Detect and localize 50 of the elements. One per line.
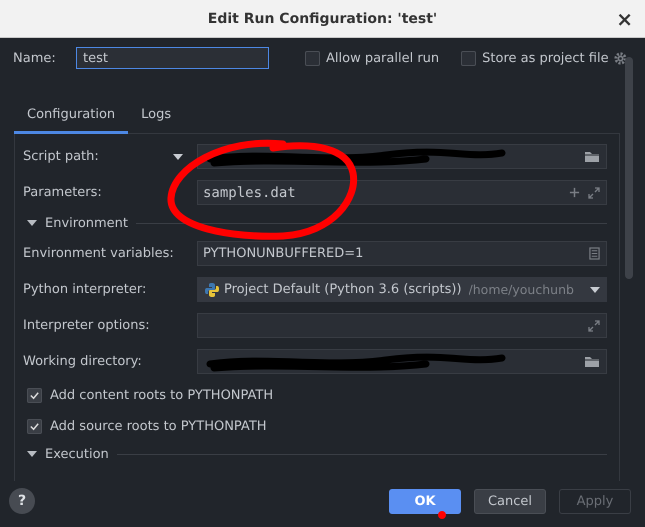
help-button[interactable]: ? [9, 488, 35, 514]
checkbox[interactable] [461, 50, 476, 66]
field-label: Script path: [23, 149, 100, 164]
folder-icon[interactable] [584, 150, 600, 163]
field-label: Python interpreter: [23, 282, 148, 297]
checkbox[interactable] [305, 50, 320, 66]
settings-icon[interactable] [612, 50, 628, 66]
input-field[interactable]: PYTHONUNBUFFERED=1 [197, 241, 607, 266]
check-icon [29, 390, 40, 400]
python-icon [204, 282, 220, 298]
expand-icon[interactable] [588, 320, 600, 332]
section-header: Environment [45, 216, 128, 230]
field-label: Parameters: [23, 185, 103, 200]
name-label: Name: [13, 50, 57, 66]
name-field[interactable]: test [76, 47, 269, 69]
input-field[interactable] [197, 144, 607, 169]
expand-icon[interactable] [588, 186, 600, 198]
interpreter-dropdown[interactable]: Project Default (Python 3.6 (scripts)) /home/youchunb [197, 277, 607, 302]
window-title: Edit Run Configuration: 'test' [208, 10, 438, 26]
checkbox-label: Add source roots to PYTHONPATH [50, 418, 267, 434]
checkbox-label: Add content roots to PYTHONPATH [50, 388, 274, 402]
scrollbar[interactable] [625, 57, 633, 279]
dialog-button[interactable]: Cancel [474, 488, 546, 514]
checkbox-label: Allow parallel run [326, 50, 440, 66]
checkbox-label: Store as project file [482, 50, 609, 66]
add-icon[interactable] [569, 187, 580, 198]
collapse-arrow-icon[interactable] [27, 220, 37, 226]
field-label: Working directory: [23, 354, 143, 369]
collapse-arrow-icon[interactable] [27, 451, 37, 457]
checkbox[interactable] [27, 388, 42, 402]
input-field[interactable]: samples.dat [197, 180, 607, 205]
folder-icon[interactable] [584, 355, 600, 368]
document-icon[interactable] [589, 247, 600, 260]
annotation-dot [438, 511, 446, 519]
field-value: samples.dat [203, 184, 296, 200]
interpreter-name: Project Default (Python 3.6 (scripts)) [224, 282, 462, 297]
field-value: PYTHONUNBUFFERED=1 [203, 246, 364, 261]
tab[interactable]: Logs [128, 97, 184, 134]
checkbox[interactable] [27, 418, 42, 434]
close-button[interactable]: × [614, 7, 635, 31]
field-label: Interpreter options: [23, 318, 151, 333]
check-icon [29, 420, 40, 432]
interpreter-path: /home/youchunb [468, 282, 575, 297]
dropdown-arrow-icon [590, 286, 600, 292]
tab[interactable]: Configuration [14, 97, 128, 134]
field-label: Environment variables: [23, 246, 173, 261]
section-header: Execution [45, 446, 109, 462]
input-field[interactable] [197, 349, 607, 374]
dropdown-arrow-icon[interactable] [173, 154, 183, 160]
input-field[interactable] [197, 313, 607, 338]
